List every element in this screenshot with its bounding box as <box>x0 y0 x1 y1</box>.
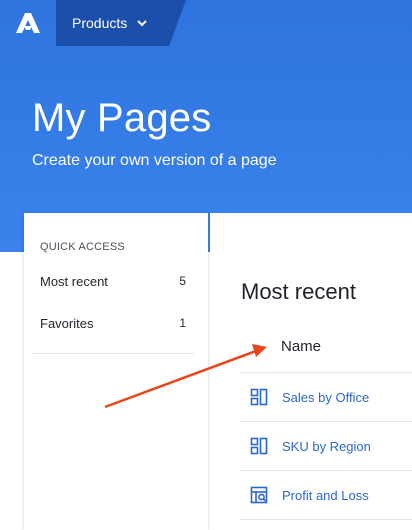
sidebar-divider <box>32 353 194 354</box>
products-menu-button[interactable]: Products <box>56 0 186 46</box>
sidebar-item-label: Favorites <box>40 315 94 331</box>
row-divider <box>240 519 412 520</box>
chevron-down-icon <box>137 19 147 27</box>
report-search-icon <box>250 486 268 504</box>
row-link-label[interactable]: Profit and Loss <box>282 488 369 503</box>
row-divider <box>240 372 412 373</box>
list-item[interactable]: Sales by Office <box>250 385 369 409</box>
page-title: My Pages <box>32 96 212 140</box>
sidebar-item-label: Most recent <box>40 273 108 289</box>
row-divider <box>240 470 412 471</box>
top-nav-bar: Products <box>0 0 412 46</box>
page-subtitle: Create your own version of a page <box>32 152 277 169</box>
dashboard-layout-icon <box>250 437 268 455</box>
sidebar-item-most-recent[interactable]: Most recent 5 <box>40 271 186 291</box>
row-link-label[interactable]: SKU by Region <box>282 439 371 454</box>
brand-logo-icon[interactable] <box>0 0 56 46</box>
quick-access-heading: QUICK ACCESS <box>40 241 125 253</box>
quick-access-sidebar: QUICK ACCESS Most recent 5 Favorites 1 <box>24 213 208 530</box>
list-item[interactable]: SKU by Region <box>250 434 371 458</box>
sidebar-item-count: 5 <box>179 274 186 288</box>
main-content: Most recent Name Sales by Office SKU by … <box>210 213 412 530</box>
sidebar-item-count: 1 <box>179 316 186 330</box>
list-item[interactable]: Profit and Loss <box>250 483 369 507</box>
row-link-label[interactable]: Sales by Office <box>282 390 369 405</box>
row-divider <box>240 421 412 422</box>
sidebar-item-favorites[interactable]: Favorites 1 <box>40 313 186 333</box>
products-menu-label: Products <box>72 15 128 31</box>
column-header-name[interactable]: Name <box>281 338 321 355</box>
dashboard-layout-icon <box>250 388 268 406</box>
section-title: Most recent <box>241 279 356 304</box>
